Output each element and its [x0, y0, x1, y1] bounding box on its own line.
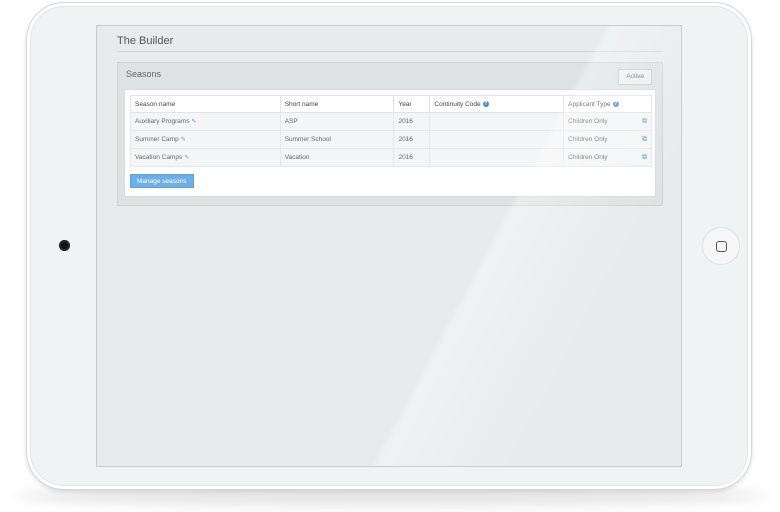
screen: The Builder Seasons Active Season name S…: [96, 25, 682, 467]
home-button[interactable]: [702, 227, 740, 265]
season-name-cell[interactable]: Vacation Camps ✎: [130, 148, 281, 167]
pencil-icon[interactable]: ✎: [181, 137, 186, 143]
copy-icon[interactable]: ⧉: [642, 118, 647, 126]
season-name-cell[interactable]: Summer Camp ✎: [130, 130, 281, 149]
seasons-table: Season name Short name Year Continuity C…: [130, 95, 652, 167]
short-name-cell: Summer School: [279, 130, 395, 149]
short-name-cell: Vacation: [279, 148, 395, 167]
pencil-icon[interactable]: ✎: [192, 119, 197, 125]
pencil-icon[interactable]: ✎: [184, 155, 189, 161]
help-icon[interactable]: ?: [482, 100, 489, 107]
table-row[interactable]: Summer Camp ✎ Summer School 2016 Children…: [130, 130, 652, 149]
manage-seasons-button[interactable]: Manage seasons: [130, 174, 194, 188]
copy-icon[interactable]: ⧉: [642, 136, 647, 144]
continuity-code-cell: [429, 112, 565, 131]
column-header-continuity-code[interactable]: Continuity Code?: [429, 95, 565, 113]
table-row[interactable]: Auxiliary Programs ✎ ASP 2016 Children On…: [130, 112, 652, 131]
column-header-year[interactable]: Year: [393, 95, 431, 113]
column-header-season-name[interactable]: Season name: [130, 95, 281, 113]
copy-icon[interactable]: ⧉: [642, 154, 647, 162]
short-name-cell: ASP: [279, 112, 395, 131]
year-cell: 2016: [393, 112, 431, 131]
year-cell: 2016: [393, 148, 431, 167]
applicant-type-cell: Children Only ⧉: [563, 130, 652, 149]
year-cell: 2016: [393, 130, 431, 149]
column-header-applicant-type[interactable]: Applicant Type?: [563, 95, 652, 113]
panel-body: Season name Short name Year Continuity C…: [124, 89, 656, 197]
home-square-icon: [715, 240, 727, 252]
help-icon[interactable]: ?: [612, 100, 619, 107]
continuity-code-cell: [429, 130, 565, 149]
table-header-row: Season name Short name Year Continuity C…: [130, 95, 652, 113]
page-title: The Builder: [117, 35, 174, 47]
panel-title: Seasons: [126, 69, 162, 79]
applicant-type-cell: Children Only ⧉: [563, 148, 652, 167]
title-divider: [117, 51, 663, 52]
season-name-cell[interactable]: Auxiliary Programs ✎: [130, 112, 281, 131]
status-badge[interactable]: Active: [618, 69, 652, 85]
applicant-type-cell: Children Only ⧉: [563, 112, 652, 131]
camera-icon: [59, 240, 70, 251]
seasons-panel: Seasons Active Season name Short name Ye…: [117, 62, 663, 206]
table-row[interactable]: Vacation Camps ✎ Vacation 2016 Children O…: [130, 148, 652, 167]
continuity-code-cell: [429, 148, 565, 167]
column-header-short-name[interactable]: Short name: [279, 95, 395, 113]
